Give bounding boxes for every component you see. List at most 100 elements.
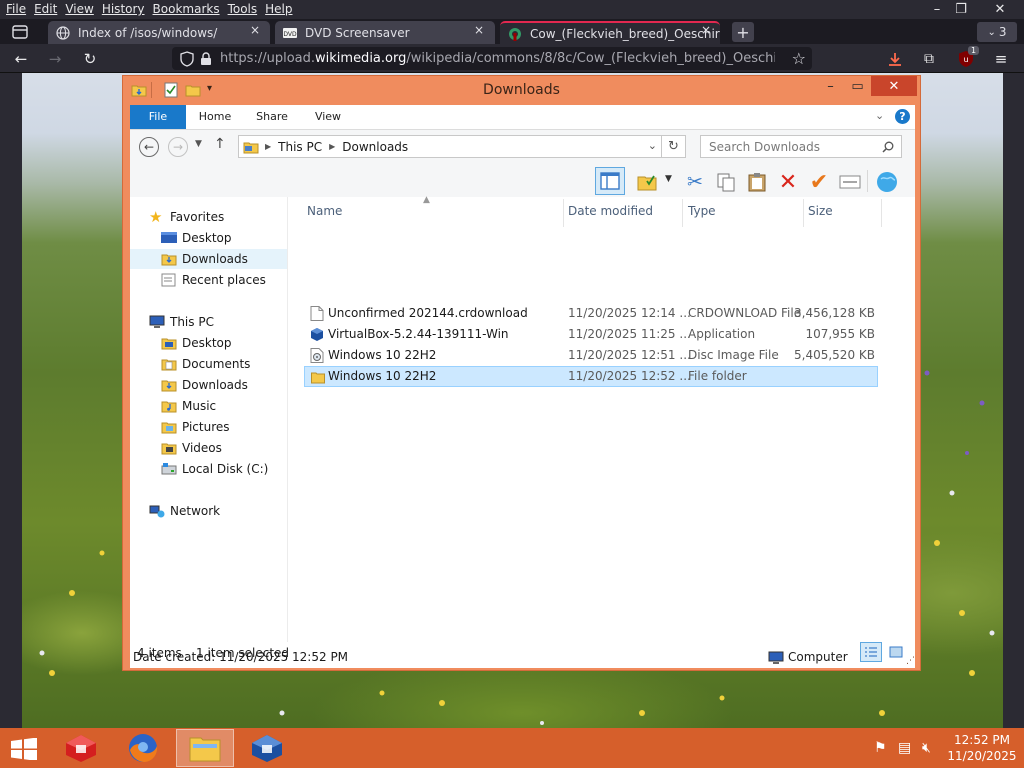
menu-history[interactable]: History (98, 0, 149, 19)
preview-pane-button[interactable] (595, 167, 625, 195)
nav-pc-pictures[interactable]: Pictures (161, 417, 230, 437)
help-icon[interactable]: ? (895, 109, 910, 124)
new-tab-button[interactable]: + (732, 22, 754, 42)
browser-restore-button[interactable]: ❐ (946, 0, 976, 19)
nav-this-pc[interactable]: This PC (149, 312, 214, 332)
copy-button[interactable] (713, 169, 739, 195)
nav-item-downloads[interactable]: Downloads (130, 249, 287, 269)
volume-muted-icon[interactable]: 🔇︎ (922, 740, 931, 756)
file-row-selected[interactable]: Windows 10 22H2 11/20/2025 12:52 ... Fil… (304, 366, 878, 387)
action-center-flag-icon[interactable]: ⚑ (874, 740, 887, 756)
explorer-close-button[interactable]: ✕ (871, 76, 917, 96)
nav-pc-music[interactable]: Music (161, 396, 216, 416)
refresh-button[interactable]: ↻ (662, 135, 686, 158)
file-name: Windows 10 22H2 (328, 348, 437, 362)
reload-icon: ↻ (83, 50, 97, 68)
cut-button[interactable]: ✂ (682, 169, 708, 195)
firefox-view-button[interactable] (6, 22, 34, 42)
downloads-button[interactable] (884, 48, 906, 70)
explorer-title-bar[interactable]: ▾ Downloads – ▭ ✕ (123, 76, 920, 104)
orange-check-icon: ✔ (809, 169, 829, 195)
forward-arrow-icon: → (172, 140, 184, 154)
menu-view[interactable]: View (61, 0, 97, 19)
nav-pc-downloads[interactable]: Downloads (161, 375, 248, 395)
tab-close-icon[interactable]: × (697, 23, 715, 37)
menu-edit[interactable]: Edit (30, 0, 61, 19)
tab-cow-image-active[interactable]: Cow_(Fleckvieh_breed)_Oeschir (500, 21, 720, 44)
start-button[interactable] (10, 737, 38, 761)
file-row[interactable]: Windows 10 22H2 11/20/2025 12:51 ... Dis… (304, 345, 878, 366)
tab-close-icon[interactable]: × (470, 23, 488, 37)
nav-pc-videos[interactable]: Videos (161, 438, 222, 458)
paste-button[interactable] (744, 169, 770, 195)
virtualbox-icon (311, 328, 323, 341)
taskbar-virtualbox-red[interactable] (52, 729, 110, 767)
taskbar-firefox[interactable] (114, 729, 172, 767)
puzzle-icon: ⧉ (924, 51, 934, 67)
dropdown-arrow-icon[interactable]: ▼ (665, 174, 672, 184)
column-header-date[interactable]: Date modified (568, 204, 653, 218)
forward-button[interactable]: → (44, 48, 66, 70)
network-icon (149, 505, 165, 518)
menu-tools[interactable]: Tools (224, 0, 262, 19)
nav-item-recent-places[interactable]: Recent places (161, 270, 266, 290)
tab-index-isos[interactable]: Index of /isos/windows/ (48, 21, 270, 44)
network-tray-icon[interactable]: ▤ (898, 740, 911, 756)
address-dropdown-icon[interactable]: ⌄ (648, 139, 657, 152)
url-bar[interactable]: https://upload.wikimedia.org/wikipedia/c… (172, 47, 812, 70)
tab-overflow-button[interactable]: ⌄ 3 (977, 22, 1017, 42)
properties-button[interactable] (837, 169, 863, 195)
breadcrumb-downloads[interactable]: Downloads (342, 140, 408, 154)
app-menu-button[interactable]: ≡ (990, 48, 1012, 70)
bookmark-star-icon[interactable]: ☆ (792, 49, 806, 68)
recent-locations-icon[interactable]: ▼ (195, 139, 202, 149)
tab-close-icon[interactable]: × (246, 23, 264, 37)
nav-favorites[interactable]: ★ Favorites (149, 207, 224, 227)
back-button[interactable]: ← (139, 137, 159, 157)
extensions-button[interactable]: ⧉ (918, 48, 940, 70)
tab-title: DVD Screensaver (305, 25, 410, 40)
resize-grip-icon[interactable]: ⋰ (906, 656, 915, 666)
menu-bookmarks[interactable]: Bookmarks (149, 0, 224, 19)
file-row[interactable]: Unconfirmed 202144.crdownload 11/20/2025… (304, 303, 878, 324)
forward-button[interactable]: → (168, 137, 188, 157)
ribbon-expand-icon[interactable]: ⌄ (875, 109, 884, 122)
reload-button[interactable]: ↻ (79, 48, 101, 70)
breadcrumb-this-pc[interactable]: This PC (278, 140, 322, 154)
document-icon (310, 306, 324, 321)
explorer-minimize-button[interactable]: – (817, 76, 844, 96)
up-arrow-icon[interactable]: ↑ (214, 136, 226, 152)
back-button[interactable]: ← (10, 48, 32, 70)
nav-pc-desktop[interactable]: Desktop (161, 333, 232, 353)
nav-item-desktop[interactable]: Desktop (161, 228, 232, 248)
explorer-maximize-button[interactable]: ▭ (844, 76, 871, 96)
taskbar-file-explorer[interactable] (176, 729, 234, 767)
column-separator (682, 199, 683, 227)
column-header-name[interactable]: Name (307, 204, 342, 218)
delete-button[interactable]: ✕ (775, 169, 801, 195)
file-name: VirtualBox-5.2.44-139111-Win (328, 327, 509, 341)
tab-dvd-screensaver[interactable]: DVD DVD Screensaver (275, 21, 495, 44)
ublock-extension-button[interactable]: u 1 (955, 46, 980, 70)
nav-pc-documents[interactable]: Documents (161, 354, 250, 374)
rename-button[interactable]: ✔ (806, 169, 832, 195)
search-box[interactable]: Search Downloads (700, 135, 902, 158)
file-row[interactable]: VirtualBox-5.2.44-139111-Win 11/20/2025 … (304, 324, 878, 345)
web-button[interactable] (874, 169, 900, 195)
ribbon-tab-home[interactable]: Home (188, 105, 242, 129)
open-folder-button[interactable] (634, 169, 660, 195)
tab-title: Index of /isos/windows/ (78, 25, 218, 40)
ribbon-tab-file[interactable]: File (130, 105, 186, 129)
nav-network[interactable]: Network (149, 501, 220, 521)
menu-help[interactable]: Help (261, 0, 296, 19)
ribbon-tab-view[interactable]: View (302, 105, 354, 129)
column-header-type[interactable]: Type (688, 204, 716, 218)
column-header-size[interactable]: Size (808, 204, 833, 218)
nav-pc-local-disk[interactable]: Local Disk (C:) (161, 459, 268, 479)
browser-close-button[interactable]: ✕ (985, 0, 1015, 19)
address-bar[interactable]: ▶ This PC ▶ Downloads ⌄ (238, 135, 662, 158)
clock[interactable]: 12:52 PM 11/20/2025 (944, 732, 1020, 764)
ribbon-tab-share[interactable]: Share (246, 105, 298, 129)
menu-file[interactable]: File (2, 0, 30, 19)
taskbar-virtualbox[interactable] (238, 729, 296, 767)
